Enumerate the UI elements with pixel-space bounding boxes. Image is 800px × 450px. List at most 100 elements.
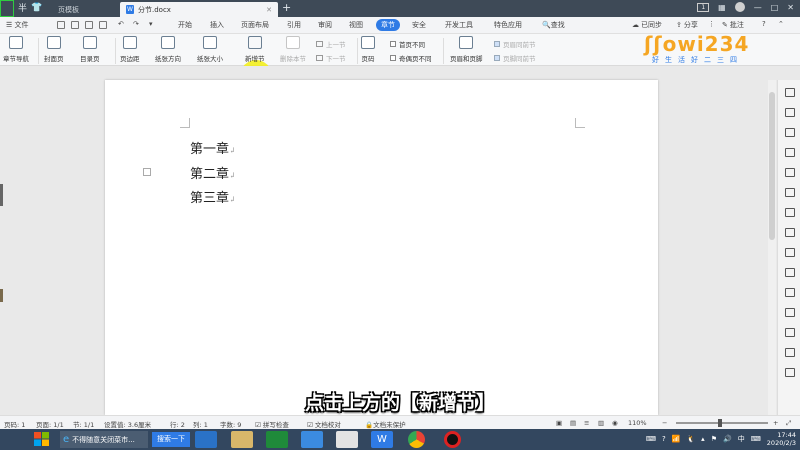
tray-arrow-icon[interactable]: ▴ [701,435,705,443]
undo-icon[interactable]: ↶ [118,20,124,28]
close-tab-icon[interactable]: ✕ [266,6,272,14]
clock[interactable]: 17:44 2020/2/3 [767,431,796,447]
cloud-app-icon[interactable] [301,431,323,448]
table-icon[interactable] [785,188,795,197]
flag-icon[interactable]: ⚑ [711,435,717,443]
menu-review[interactable]: 审阅 [318,20,332,30]
close-window-button[interactable]: ✕ [787,3,794,12]
edit-icon[interactable] [785,128,795,137]
save-icon[interactable] [57,21,65,29]
margins-button[interactable]: 页边距 [120,36,140,63]
notepad-icon[interactable] [336,431,358,448]
lock-icon[interactable] [785,348,795,357]
fill-icon[interactable] [785,168,795,177]
fullscreen-icon[interactable]: ⤢ [786,419,791,428]
zoom-slider[interactable] [676,422,768,424]
more-icon[interactable]: ⋮ [708,20,715,28]
ie-browser-icon[interactable] [195,431,217,448]
status-row[interactable]: 行: 2 [170,419,185,429]
taskbar-search-button[interactable]: 搜索一下 [152,432,190,447]
formula-icon[interactable] [785,248,795,257]
header-same-prev-checkbox[interactable]: 页眉同前节 [494,39,536,49]
status-words[interactable]: 字数: 9 [220,419,241,429]
avatar[interactable] [734,2,745,12]
status-section[interactable]: 节: 1/1 [73,419,94,429]
view-web-icon[interactable]: ▤ [570,419,576,427]
menu-security[interactable]: 安全 [412,20,426,30]
left-edge-handle[interactable] [0,184,3,206]
chapter-line-1[interactable]: 第一章↲ [190,138,236,157]
share-button[interactable]: ⇪ 分享 [676,20,698,30]
shirt-icon[interactable]: 👕 [31,3,42,13]
zoom-slider-thumb[interactable] [718,419,722,427]
volume-icon[interactable]: 🔊 [723,435,732,443]
zoom-in-button[interactable]: + [773,419,778,427]
settings-icon[interactable] [785,368,795,377]
file-explorer-icon[interactable] [231,431,253,448]
protect-status[interactable]: 🔒文档未保护 [365,419,406,429]
status-setting[interactable]: 设置值: 3.6厘米 [104,419,151,429]
taskbar-ie-window[interactable]: e 不得随意关闭菜市... [60,431,148,448]
menu-start[interactable]: 开始 [178,20,192,30]
zoom-out-button[interactable]: − [662,419,667,427]
translate-icon[interactable] [785,308,795,317]
half-width-icon[interactable]: 半 [18,1,27,14]
status-page[interactable]: 页码: 1 [4,419,25,429]
pointer-icon[interactable] [785,108,795,117]
chapter-line-3[interactable]: 第三章↲ [190,187,236,206]
section-note-icon[interactable] [143,168,151,176]
doc-check-button[interactable]: ☑ 文档校对 [307,419,341,429]
preview-icon[interactable] [99,21,107,29]
pen-icon[interactable] [785,88,795,97]
help-icon[interactable]: ? [662,435,666,443]
vertical-scrollbar[interactable] [768,80,776,415]
shape-icon[interactable] [785,148,795,157]
new-section-button[interactable]: 新增节 [245,36,265,63]
tab-template[interactable]: 页模板 [52,2,118,17]
print-icon[interactable] [85,21,93,29]
scroll-thumb[interactable] [769,92,775,240]
status-pages[interactable]: 页面: 1/1 [36,419,64,429]
first-page-diff-checkbox[interactable]: 首页不同 [390,39,425,49]
customize-icon[interactable]: ▾ [149,20,153,28]
open-icon[interactable] [71,21,79,29]
menu-view[interactable]: 视图 [349,20,363,30]
bookmark-icon[interactable] [785,328,795,337]
prev-section-button[interactable]: 上一节 [316,39,346,49]
windows-start-icon[interactable] [34,432,50,447]
view-page-icon[interactable]: ▣ [556,419,562,427]
section-nav-button[interactable]: 章节导航 [3,36,29,63]
page-count-badge[interactable]: 1 [697,2,710,12]
wps-writer-icon[interactable]: W [371,431,393,448]
zoom-level[interactable]: 110% [628,419,647,427]
status-col[interactable]: 列: 1 [193,419,208,429]
chart-icon[interactable] [785,228,795,237]
spreadsheet-icon[interactable] [266,431,288,448]
ime-indicator[interactable]: 中 [738,434,745,444]
view-outline-icon[interactable]: ≡ [584,419,589,427]
help-icon[interactable]: ? [762,20,766,28]
network-icon[interactable]: 📶 [672,435,681,443]
collapse-ribbon-icon[interactable]: ⌃ [778,20,784,28]
recorder-icon[interactable] [444,431,461,448]
search-command[interactable]: 🔍查找 [542,20,565,30]
toc-page-button[interactable]: 目录页 [80,36,100,63]
sync-status[interactable]: ☁ 已同步 [632,20,662,30]
next-section-button[interactable]: 下一节 [316,53,346,63]
menu-section[interactable]: 章节 [376,19,400,31]
menu-developer[interactable]: 开发工具 [445,20,473,30]
new-tab-button[interactable]: + [282,1,291,14]
footer-same-prev-checkbox[interactable]: 页脚同前节 [494,53,536,63]
share-icon[interactable] [785,268,795,277]
image-icon[interactable] [785,208,795,217]
comment-icon[interactable] [785,288,795,297]
maximize-button[interactable]: □ [771,3,779,12]
menu-references[interactable]: 引用 [287,20,301,30]
input-method-icon[interactable]: ⌨ [751,435,761,443]
menu-page-layout[interactable]: 页面布局 [241,20,269,30]
delete-section-button[interactable]: 删除本节 [280,36,306,63]
annotate-button[interactable]: ✎ 批注 [722,20,744,30]
redo-icon[interactable]: ↷ [133,20,139,28]
odd-even-diff-checkbox[interactable]: 奇偶页不同 [390,53,432,63]
orientation-button[interactable]: 纸张方向 [155,36,181,63]
